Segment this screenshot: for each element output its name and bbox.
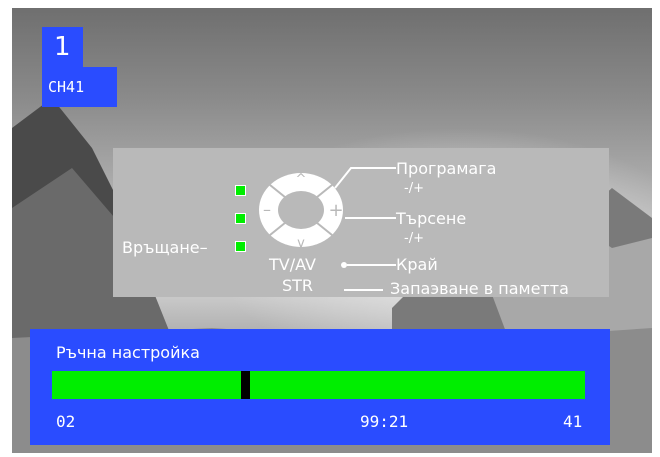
pointer-lines: [334, 167, 396, 291]
green-indicator-1: [235, 185, 246, 196]
green-indicator-2: [235, 213, 246, 224]
exit-label: Край: [396, 255, 438, 274]
channel-number: 1: [42, 27, 83, 67]
tuning-start-value: 02: [56, 412, 76, 431]
str-label: STR: [282, 276, 314, 295]
manual-tuning-bar: Ръчна настройка 02 99:21 41: [30, 329, 610, 445]
tuning-end-value: 41: [563, 412, 583, 431]
tuning-progress-bar[interactable]: [52, 371, 585, 399]
back-label: Връщане–: [122, 238, 208, 257]
tuning-position-marker[interactable]: [241, 371, 250, 399]
program-plusminus: -/+: [404, 181, 424, 196]
search-plusminus: -/+: [404, 231, 424, 246]
green-indicator-3: [235, 241, 246, 252]
help-panel: ^ v – + Програмага -/+ Търсене -/+ Край …: [113, 148, 609, 298]
program-label: Програмага: [396, 159, 497, 178]
search-label: Търсене: [396, 209, 467, 228]
channel-label: CH41: [42, 67, 117, 107]
store-label: Запаэване в паметта: [390, 279, 569, 298]
tv-av-label: TV/AV: [269, 255, 316, 274]
tuning-title: Ръчна настройка: [56, 343, 200, 362]
tuning-center-value: 99:21: [360, 412, 409, 431]
